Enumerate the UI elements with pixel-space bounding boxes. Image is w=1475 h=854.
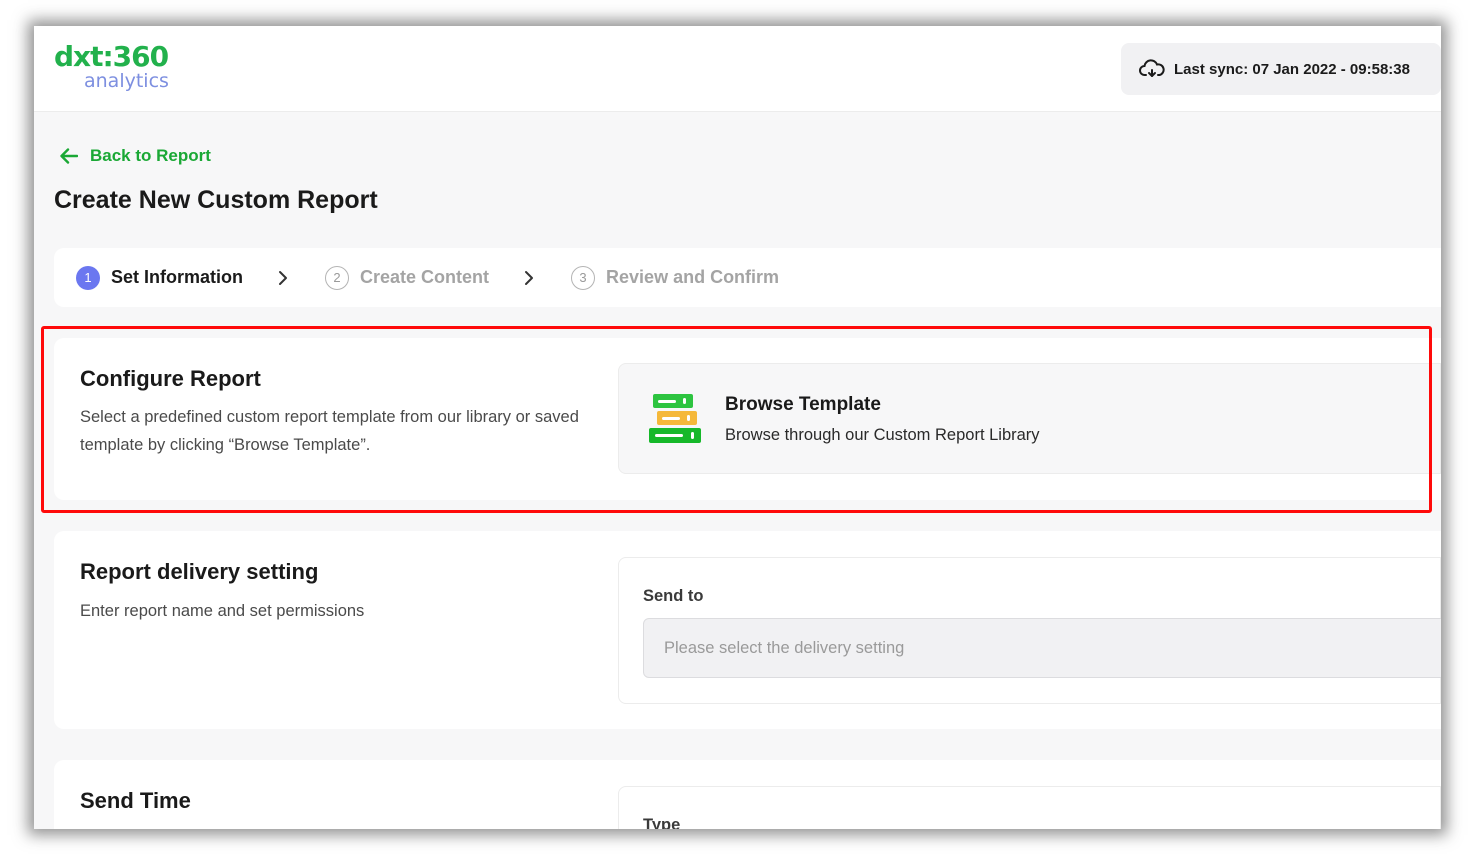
cloud-sync-icon: [1139, 59, 1165, 77]
arrow-left-icon: [60, 148, 78, 164]
page-title: Create New Custom Report: [54, 186, 378, 214]
top-bar: dxt:360 analytics Last sync: 07 Jan 2022…: [34, 26, 1441, 112]
app-logo[interactable]: dxt:360 analytics: [54, 40, 194, 100]
chevron-right-icon: [279, 270, 288, 285]
template-stack-icon: [649, 394, 701, 443]
logo-wordmark: dxt:360: [54, 40, 169, 73]
type-field-group: Type: [618, 786, 1441, 829]
delivery-setting-title: Report delivery setting: [80, 559, 319, 584]
delivery-setting-card: Report delivery setting Enter report nam…: [54, 531, 1441, 729]
step-label: Review and Confirm: [606, 267, 780, 287]
browse-template-title: Browse Template: [725, 394, 881, 415]
delivery-setting-description: Enter report name and set permissions: [80, 602, 365, 620]
browse-template-subtitle: Browse through our Custom Report Library: [725, 426, 1040, 444]
back-to-report-label: Back to Report: [90, 146, 211, 165]
configure-report-card: Configure Report Select a predefined cus…: [54, 338, 1441, 500]
step-number-badge: 3: [571, 265, 596, 290]
back-to-report-link[interactable]: Back to Report: [60, 146, 211, 166]
step-create-content[interactable]: 2 Create Content: [325, 265, 490, 290]
last-sync-badge: Last sync: 07 Jan 2022 - 09:58:38: [1121, 43, 1441, 95]
send-time-title: Send Time: [80, 788, 191, 813]
send-to-select[interactable]: Please select the delivery setting: [643, 618, 1441, 678]
chevron-right-icon: [525, 270, 534, 285]
last-sync-text: Last sync: 07 Jan 2022 - 09:58:38: [1174, 60, 1410, 78]
send-time-card: Send Time Type: [54, 760, 1441, 829]
app-window: dxt:360 analytics Last sync: 07 Jan 2022…: [34, 26, 1441, 829]
step-set-information[interactable]: 1 Set Information: [76, 265, 244, 290]
step-review-and-confirm[interactable]: 3 Review and Confirm: [571, 265, 780, 290]
configure-report-description: Select a predefined custom report templa…: [80, 408, 579, 454]
step-label: Set Information: [111, 267, 244, 287]
browse-template-button[interactable]: Browse Template Browse through our Custo…: [618, 363, 1441, 474]
progress-stepper: 1 Set Information 2 Create Content 3 Rev…: [54, 248, 1441, 307]
step-number-badge: 2: [325, 265, 350, 290]
type-label: Type: [643, 816, 681, 829]
step-number-badge: 1: [76, 265, 100, 290]
configure-report-title: Configure Report: [80, 366, 261, 391]
send-to-label: Send to: [643, 587, 704, 605]
logo-subtitle: analytics: [84, 70, 169, 92]
send-to-field-group: Send to Please select the delivery setti…: [618, 557, 1441, 704]
step-label: Create Content: [360, 267, 490, 287]
